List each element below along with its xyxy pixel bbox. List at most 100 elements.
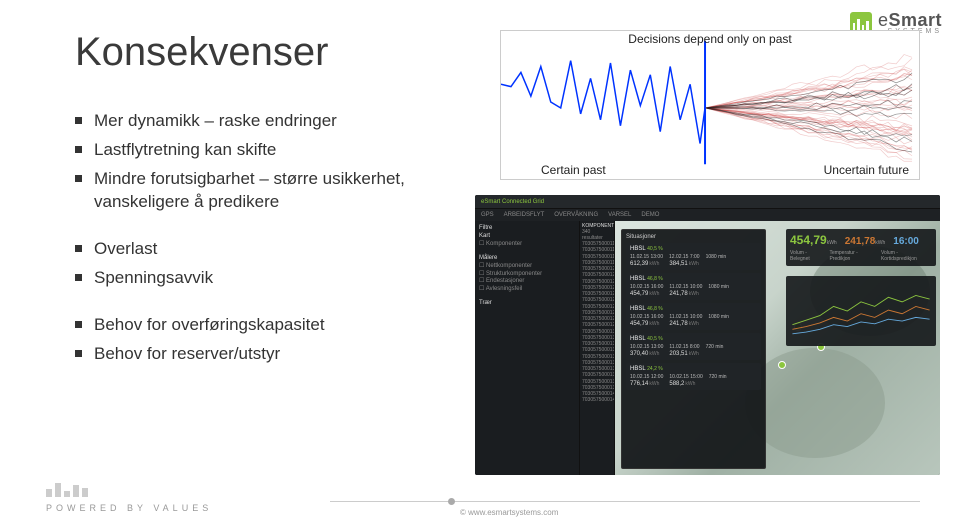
id-row[interactable]: 7030575000121 (582, 272, 612, 278)
section-header: Trær (479, 300, 575, 306)
card-pct: 40,5 % (647, 336, 663, 342)
bullet-icon (75, 245, 82, 252)
situations-title: Situasjoner (626, 234, 761, 240)
chart-svg (501, 31, 919, 179)
bullet-text: Behov for reserver/utstyr (94, 343, 280, 366)
metric-tab[interactable]: Volum -Kortidspredikjon (881, 250, 932, 262)
bullet-icon (75, 117, 82, 124)
situation-card[interactable]: HBSL 24,2 % 10.02.15 12:00 10.02.15 15:00 7… (626, 363, 761, 390)
chart-label-right: Uncertain future (824, 163, 909, 177)
app-nav-item[interactable]: GPS (481, 212, 494, 218)
card-pct: 24,2 % (647, 366, 663, 372)
situation-card[interactable]: HBSL 46,8 % 10.02.15 16:00 11.02.15 10:00 1… (626, 303, 761, 330)
card-time: 10.02.15 16:00 (630, 314, 663, 320)
uncertainty-chart: Decisions depend only on past Certain pa… (500, 30, 920, 180)
card-time: 1080 min (708, 314, 729, 320)
id-row[interactable]: 7030575000118 (582, 254, 612, 260)
card-time: 1080 min (708, 284, 729, 290)
metric-tab[interactable]: Temperatur -Predikjon (829, 250, 877, 262)
card-name: HBSL (630, 246, 645, 252)
metrics-panel: 454,79kWh 241,78kWh 16:00 Volum -Belegne… (786, 229, 936, 266)
card-value: 241,78kWh (669, 321, 698, 327)
id-row[interactable]: 7030575000141 (582, 397, 612, 403)
id-row[interactable]: 7030575000134 (582, 354, 612, 360)
bullet-item: Mer dynamikk – raske endringer (75, 110, 475, 133)
app-nav-item[interactable]: VARSEL (608, 212, 631, 218)
metric-tab[interactable]: Volum -Belegnet (790, 250, 825, 262)
card-name: HBSL (630, 306, 645, 312)
situation-card[interactable]: HBSL 40,5 % 11.02.15 13:00 12.02.15 7:00 10… (626, 243, 761, 270)
chart-label-left: Certain past (541, 163, 606, 177)
card-time: 11.02.15 10:00 (669, 314, 702, 320)
filter-checkbox[interactable]: ☐ Komponenter (479, 241, 575, 249)
card-pct: 46,8 % (647, 276, 663, 282)
app-map: Situasjoner HBSL 40,5 % 11.02.15 13:00 12.… (615, 221, 940, 475)
id-row[interactable]: 7030575000125 (582, 297, 612, 303)
id-row[interactable]: 7030575000130 (582, 329, 612, 335)
filter-checkbox[interactable]: ☐ Nettkomponenter (479, 263, 575, 271)
slide-title: Konsekvenser (75, 30, 328, 75)
bullet-item: Behov for reserver/utstyr (75, 343, 475, 366)
situation-card[interactable]: HBSL 46,8 %10.02.15 16:0011.02.15 10:001… (626, 273, 761, 300)
app-nav-item[interactable]: ARBEIDSFLYT (504, 212, 545, 218)
bullet-item: Spenningsavvik (75, 267, 475, 290)
card-time: 10.02.15 15:00 (669, 374, 702, 380)
bullet-item: Overlast (75, 238, 475, 261)
card-pct: 40,5 % (647, 246, 663, 252)
id-count: 340 resultater (582, 229, 612, 241)
map-marker-icon (778, 361, 786, 369)
id-row[interactable]: 7030575000129 (582, 322, 612, 328)
bullet-text: Spenningsavvik (94, 267, 213, 290)
id-row[interactable]: 7030575000122 (582, 279, 612, 285)
app-left-panel: Filtre Kart ☐ Komponenter Målere ☐ Nettkompo… (475, 221, 580, 475)
card-time: 1080 min (706, 254, 727, 260)
card-time: 720 min (709, 374, 727, 380)
card-name: HBSL (630, 366, 645, 372)
bullet-text: Mindre forutsigbarhet – større usikkerhe… (94, 168, 475, 214)
bullet-item: Lastflytretning kan skifte (75, 139, 475, 162)
filter-checkbox[interactable]: ☐ Avlesningsfeil (479, 286, 575, 294)
brand-prefix: e (878, 10, 889, 30)
bullet-icon (75, 146, 82, 153)
card-value: 370,40kWh (630, 351, 659, 357)
footer-tagline: POWERED BY VALUES (46, 503, 212, 513)
section-header: Kart (479, 233, 575, 239)
card-value: 384,51kWh (669, 261, 698, 267)
card-value: 588,2kWh (669, 381, 695, 387)
right-mini-chart (786, 276, 936, 346)
id-row[interactable]: 7030575000126 (582, 304, 612, 310)
card-value: 241,78kWh (669, 291, 698, 297)
card-time: 10.02.15 12:00 (630, 374, 663, 380)
card-name: HBSL (630, 276, 645, 282)
id-row[interactable]: 7030575000138 (582, 379, 612, 385)
section-header: Målere (479, 255, 575, 261)
app-nav-item[interactable]: OVERVÅKNING (554, 212, 598, 218)
app-screenshot: eSmart Connected Grid GPS ARBEIDSFLYT OVER… (475, 195, 940, 475)
slide: eSmart SYSTEMS Konsekvenser Mer dynamikk… (0, 0, 960, 523)
card-value: 454,79kWh (630, 321, 659, 327)
id-row[interactable]: 7030575000137 (582, 372, 612, 378)
id-row[interactable]: 7030575000133 (582, 347, 612, 353)
card-pct: 46,8 % (647, 306, 663, 312)
card-time: 12.02.15 7:00 (669, 254, 700, 260)
card-time: 11.02.15 13:00 (630, 254, 663, 260)
bullet-icon (75, 321, 82, 328)
card-time: 720 min (706, 344, 724, 350)
situation-card[interactable]: HBSL 40,5 %10.02.15 13:0011.02.15 8:0072… (626, 333, 761, 360)
card-time: 10.02.15 13:00 (630, 344, 663, 350)
metric-2: 241,78kWh (845, 236, 886, 247)
app-nav-item[interactable]: DEMO (641, 212, 659, 218)
brand-main: Smart (888, 10, 942, 30)
app-title: eSmart Connected Grid (481, 199, 544, 205)
filter-label: Filtre (479, 225, 575, 231)
card-value: 776,14kWh (630, 381, 659, 387)
metric-1: 454,79kWh (790, 233, 837, 247)
card-value: 203,51kWh (669, 351, 698, 357)
app-nav: GPS ARBEIDSFLYT OVERVÅKNING VARSEL DEMO (475, 209, 940, 221)
id-row[interactable]: 7030575000117 (582, 247, 612, 253)
chart-title: Decisions depend only on past (628, 33, 791, 46)
card-value: 612,39kWh (630, 261, 659, 267)
footer-bars-icon (46, 483, 88, 497)
bullet-icon (75, 175, 82, 182)
footer-line (330, 501, 920, 502)
